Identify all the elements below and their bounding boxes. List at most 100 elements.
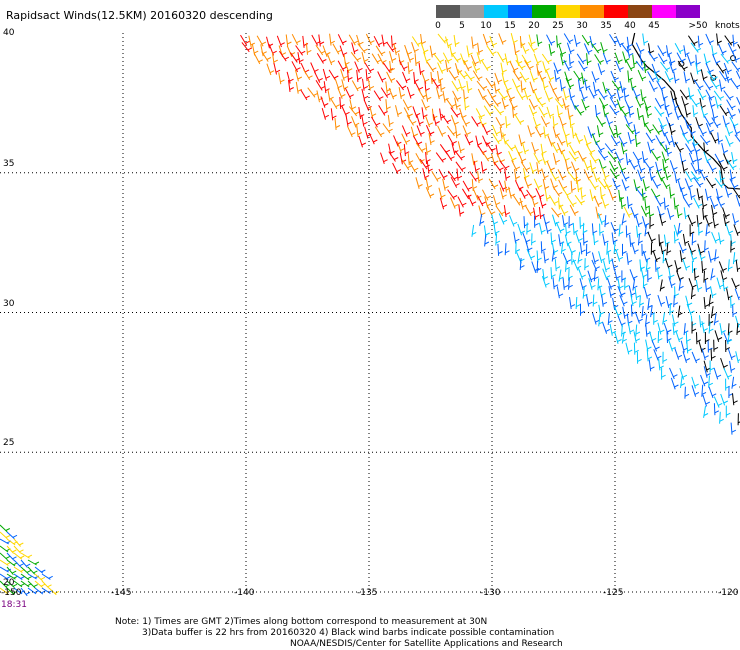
- wind-barb: [504, 141, 513, 152]
- wind-barb: [696, 214, 699, 227]
- wind-barb: [676, 206, 680, 219]
- wind-barb: [407, 153, 410, 166]
- wind-barb: [518, 151, 524, 164]
- wind-barb: [565, 223, 568, 236]
- wind-barb-flag: [512, 221, 518, 225]
- wind-barb: [601, 196, 606, 209]
- wind-barb: [563, 33, 571, 45]
- wind-barb-flag: [671, 283, 676, 287]
- wind-barb: [691, 351, 698, 364]
- wind-barb-flag: [711, 393, 717, 397]
- wind-barb: [399, 152, 403, 165]
- wind-barb-flag: [645, 212, 650, 215]
- wind-barb-flag: [555, 159, 560, 163]
- footnote-line-3: NOAA/NESDIS/Center for Satellite Applica…: [290, 639, 563, 649]
- wind-barb-flag: [330, 40, 336, 44]
- wind-barb-flag: [450, 156, 455, 160]
- wind-barb-flag: [501, 211, 506, 215]
- wind-barb: [550, 232, 553, 245]
- wind-barb-flag: [570, 122, 575, 126]
- wind-barb-flag: [673, 374, 678, 378]
- wind-barb: [295, 45, 304, 56]
- wind-barb-flag: [429, 193, 435, 197]
- wind-barb: [684, 105, 688, 118]
- wind-barb-flag: [550, 167, 555, 171]
- wind-barb-flag: [695, 102, 701, 106]
- wind-barb-flag: [592, 93, 598, 97]
- wind-barb: [533, 178, 540, 190]
- wind-barb-flag: [513, 39, 518, 43]
- wind-barb: [562, 252, 569, 265]
- wind-barb: [364, 126, 369, 139]
- wind-barb-flag: [579, 110, 585, 114]
- wind-barb-flag: [731, 429, 737, 433]
- wind-barb-flag: [576, 41, 581, 45]
- wind-barb-flag: [706, 373, 711, 376]
- wind-barb: [592, 81, 597, 94]
- wind-barb: [609, 33, 617, 45]
- wind-barb: [705, 89, 713, 101]
- wind-barb: [492, 133, 500, 145]
- wind-barb: [713, 367, 719, 380]
- latitude-label: 20: [3, 578, 15, 588]
- wind-barb: [641, 151, 645, 164]
- wind-barb: [621, 324, 623, 337]
- wind-barb: [446, 125, 455, 136]
- wind-barb-flag: [712, 293, 717, 297]
- wind-barb: [327, 89, 331, 102]
- wind-barb: [369, 106, 374, 119]
- wind-barb: [712, 53, 718, 66]
- wind-barb: [634, 134, 638, 147]
- wind-barb: [583, 158, 589, 171]
- wind-barb: [602, 52, 608, 65]
- wind-barb: [700, 106, 705, 118]
- wind-barb-flag: [558, 293, 564, 297]
- wind-barb-flag: [524, 149, 530, 153]
- wind-barb: [730, 422, 733, 435]
- wind-barb: [682, 233, 686, 246]
- wind-barb-flag: [610, 284, 615, 288]
- wind-barb-flag: [526, 60, 532, 64]
- wind-barb-flag: [618, 256, 624, 260]
- wind-barb: [498, 213, 505, 225]
- wind-barb-flag: [670, 193, 675, 197]
- wind-barb: [564, 234, 569, 247]
- wind-barb: [669, 303, 671, 316]
- wind-barb-flag: [653, 87, 658, 91]
- wind-barb: [361, 51, 366, 64]
- wind-barb-flag: [319, 41, 325, 45]
- wind-barb-flag: [729, 141, 734, 145]
- wind-barb-flag: [491, 95, 497, 98]
- wind-barb: [600, 42, 605, 54]
- wind-barb-flag: [5, 555, 11, 559]
- wind-barb: [558, 234, 561, 247]
- wind-barb: [596, 125, 601, 138]
- wind-barb: [471, 153, 475, 166]
- wind-barb: [548, 43, 552, 56]
- wind-barb: [702, 394, 707, 407]
- wind-barb-flag: [541, 203, 547, 207]
- wind-barb: [625, 124, 634, 135]
- wind-barb: [702, 207, 705, 220]
- wind-barb: [673, 71, 677, 84]
- wind-barb-flag: [471, 201, 477, 205]
- wind-barb-flag: [677, 115, 682, 118]
- wind-barb-flag: [533, 47, 538, 51]
- wind-barb-flag: [594, 259, 599, 263]
- wind-barb-flag: [637, 358, 642, 362]
- wind-barb-flag: [19, 542, 24, 546]
- wind-barb-flag: [717, 103, 722, 107]
- wind-barb: [703, 296, 706, 310]
- wind-barb: [712, 216, 716, 229]
- wind-barb-flag: [429, 131, 435, 135]
- wind-barb-flag: [523, 193, 529, 197]
- wind-barb-flag: [692, 284, 697, 288]
- wind-barb-flag: [674, 384, 679, 388]
- wind-barb-flag: [715, 60, 721, 64]
- wind-barb-flag: [396, 169, 402, 173]
- wind-barb-flag: [736, 84, 740, 88]
- wind-barb: [725, 223, 731, 236]
- wind-barb-flag: [521, 158, 527, 162]
- wind-barb-flag: [731, 355, 736, 359]
- wind-barb-flag: [607, 185, 613, 188]
